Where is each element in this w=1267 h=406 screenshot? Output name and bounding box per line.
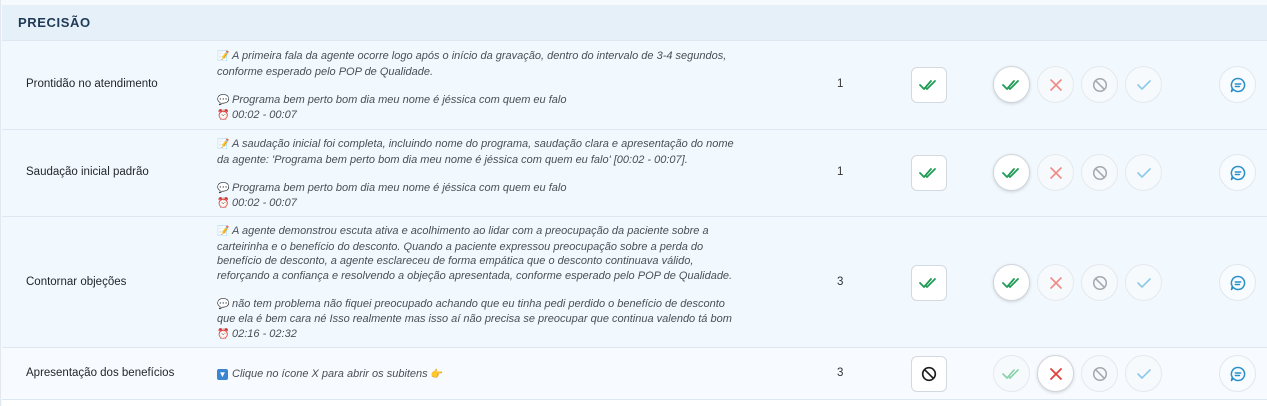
criterion-description: 📝 A primeira fala da agente ocorre logo a…	[217, 49, 797, 124]
criterion-description: 📝 A saudação inicial foi completa, inclui…	[217, 137, 797, 212]
comment-icon	[1230, 165, 1245, 180]
selected-status	[911, 155, 947, 191]
score-value: 1	[837, 78, 844, 90]
comment-button[interactable]	[1219, 264, 1256, 301]
option-not-applicable-button[interactable]	[1081, 355, 1118, 392]
not-applicable-icon	[1092, 366, 1107, 381]
score-value: 3	[837, 276, 844, 288]
criterion-row: Apresentação dos benefícios ▼ Clique no í…	[2, 347, 1267, 399]
option-partial-button[interactable]	[1125, 66, 1162, 103]
criterion-description: ▼ Clique no ícone X para abrir os subiten…	[217, 367, 797, 383]
criterion-row: Saudação inicial padrão 📝 A saudação inic…	[2, 129, 1267, 216]
alarm-clock-icon: ⏰	[217, 329, 230, 341]
option-noncompliant-button[interactable]	[1037, 355, 1074, 392]
comment-button[interactable]	[1219, 355, 1256, 392]
criterion-row: Contornar objeções 📝 A agente demonstrou …	[2, 216, 1267, 347]
option-partial-button[interactable]	[1125, 154, 1162, 191]
check-icon	[1136, 368, 1151, 379]
not-applicable-icon	[1092, 77, 1107, 92]
evaluation-panel: PRECISÃO Prontidão no atendimento 📝 A pri…	[0, 0, 1267, 406]
timestamp: 02:16 - 02:32	[232, 328, 297, 341]
selected-status	[911, 67, 947, 103]
section-title: PRECISÃO	[18, 15, 91, 30]
transcript-quote: não tem problema não fiquei preocupado a…	[232, 297, 725, 310]
section-header: PRECISÃO	[2, 5, 1267, 40]
cross-icon	[1049, 166, 1062, 179]
comment-icon	[1230, 366, 1245, 381]
option-partial-button[interactable]	[1125, 264, 1162, 301]
criterion-label: Prontidão no atendimento	[26, 78, 158, 90]
check-icon	[1136, 277, 1151, 288]
speech-bubble-icon: 💬	[217, 298, 230, 310]
comment-icon	[1230, 275, 1245, 290]
double-check-icon	[1001, 368, 1019, 379]
speech-bubble-icon: 💬	[217, 94, 230, 106]
option-partial-button[interactable]	[1125, 355, 1162, 392]
transcript-quote: Programa bem perto bom dia meu nome é jé…	[232, 93, 567, 106]
option-noncompliant-button[interactable]	[1037, 66, 1074, 103]
memo-icon: 📝	[217, 139, 230, 150]
option-compliant-button[interactable]	[993, 66, 1030, 103]
double-check-icon	[919, 168, 936, 178]
option-not-applicable-button[interactable]	[1081, 264, 1118, 301]
check-icon	[1136, 79, 1151, 90]
option-compliant-button[interactable]	[993, 154, 1030, 191]
divider	[2, 399, 1267, 406]
speech-bubble-icon: 💬	[217, 182, 230, 194]
timestamp: 00:02 - 00:07	[232, 197, 297, 210]
alarm-clock-icon: ⏰	[217, 110, 230, 122]
double-check-icon	[919, 80, 936, 90]
not-applicable-icon	[1092, 165, 1107, 180]
cross-icon	[1049, 276, 1062, 289]
comment-icon	[1230, 77, 1245, 92]
criterion-row: Prontidão no atendimento 📝 A primeira fal…	[2, 40, 1267, 129]
alarm-clock-icon: ⏰	[217, 198, 230, 210]
pointing-hand-icon: 👉	[430, 369, 444, 380]
criterion-label: Apresentação dos benefícios	[26, 367, 175, 379]
cross-icon	[1049, 367, 1062, 380]
option-noncompliant-button[interactable]	[1037, 154, 1074, 191]
score-value: 3	[837, 367, 844, 379]
comment-button[interactable]	[1219, 154, 1256, 191]
option-not-applicable-button[interactable]	[1081, 66, 1118, 103]
double-check-icon	[919, 278, 936, 288]
memo-icon: 📝	[217, 226, 230, 237]
transcript-quote: Programa bem perto bom dia meu nome é jé…	[232, 181, 567, 194]
criterion-label: Saudação inicial padrão	[26, 166, 149, 178]
comment-button[interactable]	[1219, 66, 1256, 103]
option-compliant-button[interactable]	[993, 264, 1030, 301]
double-check-icon	[1001, 277, 1019, 288]
down-arrow-box-icon: ▼	[217, 369, 228, 380]
not-applicable-icon	[1092, 275, 1107, 290]
selected-status	[911, 356, 947, 392]
option-compliant-button[interactable]	[993, 355, 1030, 392]
double-check-icon	[1001, 167, 1019, 178]
criterion-description: 📝 A agente demonstrou escuta ativa e acol…	[217, 224, 797, 343]
selected-status	[911, 265, 947, 301]
double-check-icon	[1001, 79, 1019, 90]
option-noncompliant-button[interactable]	[1037, 264, 1074, 301]
not-applicable-icon	[921, 366, 937, 382]
check-icon	[1136, 167, 1151, 178]
score-value: 1	[837, 166, 844, 178]
cross-icon	[1049, 78, 1062, 91]
option-not-applicable-button[interactable]	[1081, 154, 1118, 191]
timestamp: 00:02 - 00:07	[232, 109, 297, 122]
memo-icon: 📝	[217, 51, 230, 62]
criterion-label: Contornar objeções	[26, 276, 127, 288]
